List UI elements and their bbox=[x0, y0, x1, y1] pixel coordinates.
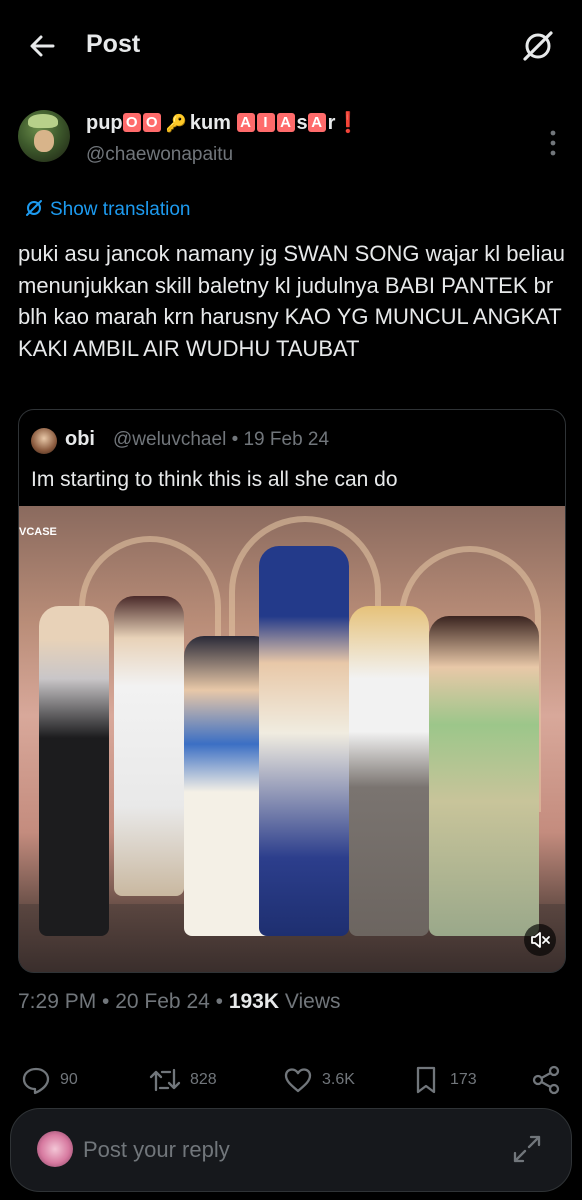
view-count: 193K bbox=[228, 990, 280, 1013]
more-options-button[interactable] bbox=[543, 128, 563, 158]
quote-display-name: obi bbox=[65, 428, 95, 450]
arrow-left-icon bbox=[30, 35, 55, 57]
heart-icon bbox=[284, 1068, 312, 1093]
quote-text: Im starting to think this is all she can… bbox=[31, 468, 398, 491]
quote-handle-date: @weluvchael • 19 Feb 24 bbox=[113, 429, 330, 450]
exclamation-icon: ❗ bbox=[335, 112, 361, 134]
share-icon bbox=[532, 1065, 560, 1095]
author-display-name[interactable]: pup O O 🔑 kum A I As Ar❗ bbox=[86, 110, 360, 135]
reply-icon bbox=[22, 1067, 50, 1095]
share-button[interactable] bbox=[530, 1062, 562, 1098]
grok-icon bbox=[26, 200, 42, 216]
quote-video[interactable]: VCASE bbox=[19, 506, 565, 972]
repost-icon bbox=[149, 1068, 181, 1092]
post-meta: 7:29 PM • 20 Feb 24 • 193K Views bbox=[18, 990, 341, 1014]
back-button[interactable] bbox=[26, 30, 66, 62]
key-icon: 🔑 bbox=[165, 114, 187, 133]
top-bar: Post bbox=[0, 0, 582, 92]
like-count: 3.6K bbox=[322, 1071, 355, 1088]
reply-button[interactable]: 90 bbox=[20, 1062, 78, 1098]
my-avatar bbox=[37, 1131, 73, 1167]
page-title: Post bbox=[86, 30, 141, 58]
views-label: Views bbox=[279, 990, 341, 1013]
tweet-text: puki asu jancok namany jg SWAN SONG waja… bbox=[18, 241, 565, 361]
reply-count: 90 bbox=[60, 1071, 78, 1088]
more-vertical-icon bbox=[550, 130, 556, 156]
action-bar: 90 828 3.6K 173 bbox=[0, 1062, 582, 1102]
speaker-muted-icon bbox=[531, 932, 550, 948]
reply-input[interactable] bbox=[81, 1131, 485, 1169]
author-avatar[interactable] bbox=[18, 110, 70, 162]
grok-icon bbox=[523, 31, 553, 61]
bookmark-count: 173 bbox=[450, 1071, 477, 1088]
repost-count: 828 bbox=[190, 1071, 217, 1088]
mute-button[interactable] bbox=[524, 924, 556, 956]
show-translation-link[interactable]: Show translation bbox=[24, 198, 190, 221]
post-timestamp: 7:29 PM • 20 Feb 24 • bbox=[18, 990, 229, 1013]
repost-button[interactable]: 828 bbox=[148, 1062, 217, 1098]
bookmark-button[interactable]: 173 bbox=[410, 1062, 477, 1098]
author-handle[interactable]: @chaewonapaitu bbox=[86, 144, 233, 166]
expand-composer-button[interactable] bbox=[509, 1131, 545, 1167]
quote-avatar bbox=[31, 428, 57, 454]
reply-composer bbox=[10, 1108, 572, 1192]
like-button[interactable]: 3.6K bbox=[282, 1062, 355, 1098]
grok-button[interactable] bbox=[520, 28, 556, 64]
bookmark-icon bbox=[416, 1066, 436, 1094]
quoted-post[interactable]: obi @weluvchael • 19 Feb 24 Im starting … bbox=[18, 409, 566, 973]
expand-icon bbox=[513, 1135, 541, 1163]
video-watermark: VCASE bbox=[19, 526, 57, 538]
